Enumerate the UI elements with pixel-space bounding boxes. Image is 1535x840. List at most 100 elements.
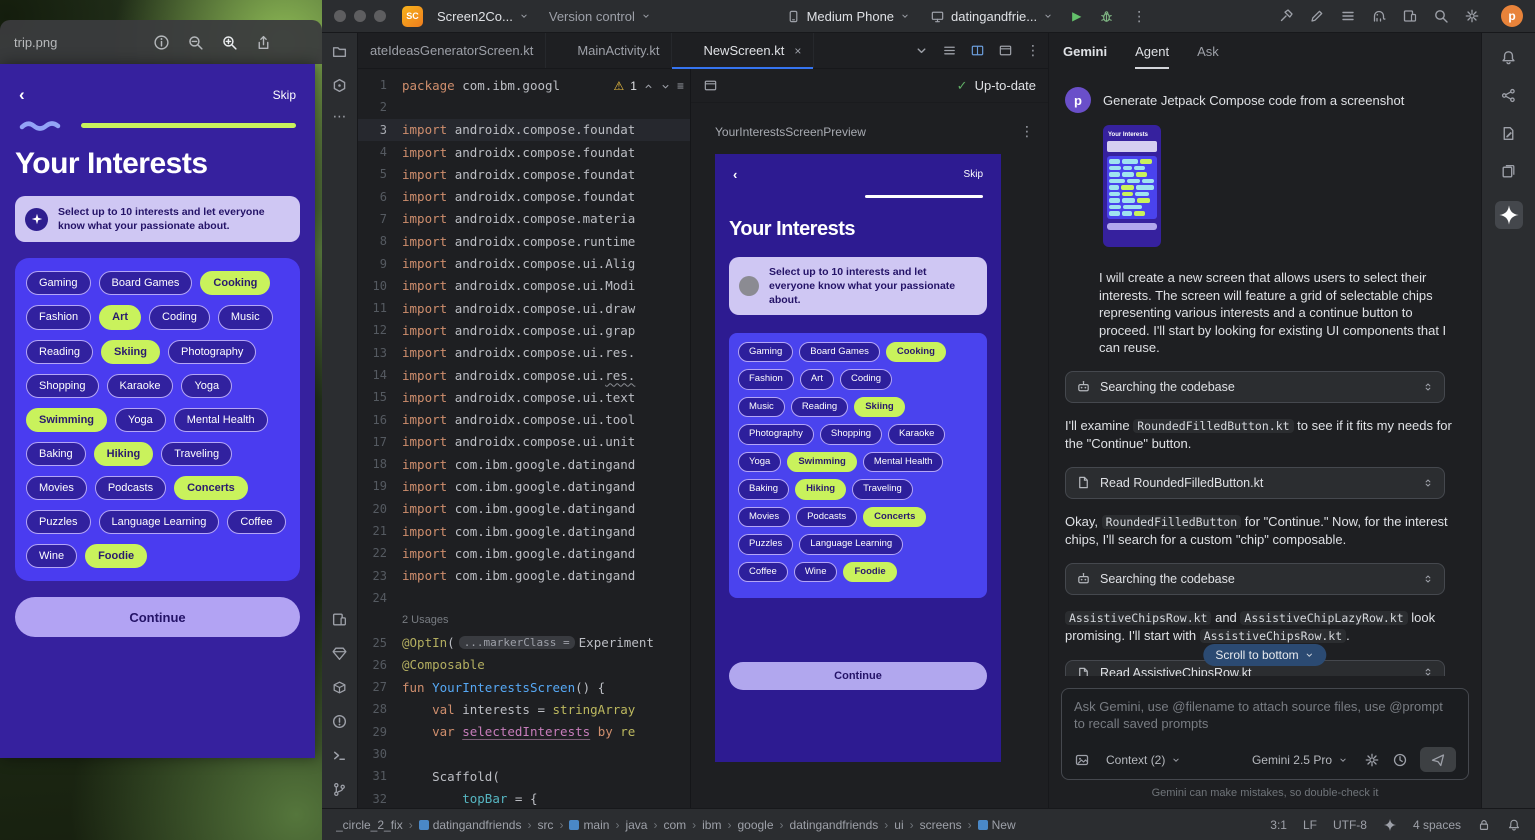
- line-number[interactable]: 22: [358, 546, 402, 560]
- editor-options-icon[interactable]: ⋮: [1026, 42, 1040, 59]
- breadcrumb-item[interactable]: New: [978, 818, 1016, 832]
- window-zoom-button[interactable]: [374, 10, 386, 22]
- dependencies-icon[interactable]: [331, 679, 348, 696]
- version-control-icon[interactable]: [331, 781, 348, 798]
- hidden-tabs-chevron-icon[interactable]: [914, 43, 929, 58]
- window-close-button[interactable]: [334, 10, 346, 22]
- indent-setting[interactable]: 4 spaces: [1413, 818, 1461, 832]
- code-line[interactable]: 19import com.ibm.google.datingand: [358, 475, 690, 497]
- breadcrumb-item[interactable]: google: [737, 818, 773, 832]
- code-line[interactable]: 12import androidx.compose.ui.grap: [358, 319, 690, 341]
- preview-layout-icon[interactable]: [703, 78, 718, 93]
- project-selector[interactable]: Screen2Co...: [431, 5, 535, 28]
- gemini-settings-icon[interactable]: [1364, 752, 1380, 768]
- line-number[interactable]: 12: [358, 323, 402, 337]
- code-line[interactable]: 8import androidx.compose.runtime: [358, 230, 690, 252]
- expand-collapse-icon[interactable]: [1422, 477, 1434, 489]
- info-icon[interactable]: [153, 34, 170, 51]
- tab-agent[interactable]: Agent: [1135, 33, 1169, 69]
- code-line[interactable]: 21import com.ibm.google.datingand: [358, 520, 690, 542]
- line-number[interactable]: 9: [358, 257, 402, 271]
- settings-icon[interactable]: [1464, 8, 1480, 24]
- line-number[interactable]: 14: [358, 368, 402, 382]
- code-line[interactable]: 22import com.ibm.google.datingand: [358, 542, 690, 564]
- code-line[interactable]: 24: [358, 587, 690, 609]
- todo-list-icon[interactable]: [1340, 8, 1356, 24]
- code-line[interactable]: 27fun YourInterestsScreen() {: [358, 676, 690, 698]
- breadcrumb-item[interactable]: ibm: [702, 818, 721, 832]
- breadcrumb-item[interactable]: src: [537, 818, 553, 832]
- breadcrumb-item[interactable]: com: [663, 818, 686, 832]
- breadcrumb-item[interactable]: datingandfriends: [419, 818, 522, 832]
- tab-mainactivity[interactable]: MainActivity.kt: [546, 33, 672, 68]
- expand-collapse-icon[interactable]: [1422, 666, 1434, 676]
- notifications-icon[interactable]: [1500, 49, 1517, 66]
- line-number[interactable]: 10: [358, 279, 402, 293]
- gemini-tool-icon[interactable]: [1495, 201, 1523, 229]
- share-icon[interactable]: [255, 34, 272, 51]
- line-number[interactable]: 8: [358, 234, 402, 248]
- code-line[interactable]: 23import com.ibm.google.datingand: [358, 565, 690, 587]
- line-number[interactable]: 6: [358, 190, 402, 204]
- model-selector[interactable]: Gemini 2.5 Pro: [1248, 751, 1352, 769]
- code-line[interactable]: 20import com.ibm.google.datingand: [358, 498, 690, 520]
- line-number[interactable]: 30: [358, 747, 402, 761]
- line-separator[interactable]: LF: [1303, 818, 1317, 832]
- line-number[interactable]: 31: [358, 769, 402, 783]
- line-number[interactable]: 18: [358, 457, 402, 471]
- context-selector[interactable]: Context (2): [1102, 751, 1185, 769]
- code-line[interactable]: 31 Scaffold(: [358, 765, 690, 787]
- build-status[interactable]: ✓ Up-to-date: [957, 78, 1036, 94]
- tab-dateideasgeneratorscreen[interactable]: ateIdeasGeneratorScreen.kt: [358, 33, 546, 68]
- code-line[interactable]: 26@Composable: [358, 654, 690, 676]
- line-number[interactable]: 20: [358, 502, 402, 516]
- send-button[interactable]: [1420, 747, 1456, 772]
- line-number[interactable]: 21: [358, 524, 402, 538]
- line-number[interactable]: 28: [358, 702, 402, 716]
- code-line[interactable]: 13import androidx.compose.ui.res.: [358, 342, 690, 364]
- more-run-actions-button[interactable]: ⋮: [1127, 5, 1151, 27]
- project-tool-icon[interactable]: [331, 43, 348, 60]
- tool-call-card[interactable]: Searching the codebase: [1065, 371, 1445, 403]
- more-tool-windows-icon[interactable]: ⋯: [333, 111, 347, 121]
- code-line[interactable]: 17import androidx.compose.ui.unit: [358, 431, 690, 453]
- code-line[interactable]: 18import com.ibm.google.datingand: [358, 453, 690, 475]
- design-view-icon[interactable]: [998, 43, 1013, 58]
- line-number[interactable]: 17: [358, 435, 402, 449]
- breadcrumb-item[interactable]: java: [625, 818, 647, 832]
- line-number[interactable]: 26: [358, 658, 402, 672]
- code-line[interactable]: 16import androidx.compose.ui.tool: [358, 408, 690, 430]
- line-number[interactable]: 15: [358, 390, 402, 404]
- code-line[interactable]: 32 topBar = {: [358, 788, 690, 809]
- build-icon[interactable]: [1278, 8, 1294, 24]
- line-number[interactable]: 11: [358, 301, 402, 315]
- tool-call-card[interactable]: Read RoundedFilledButton.kt: [1065, 467, 1445, 499]
- breadcrumb-item[interactable]: datingandfriends: [790, 818, 879, 832]
- commit-tool-icon[interactable]: [331, 77, 348, 94]
- vcs-selector[interactable]: Version control: [543, 5, 657, 28]
- code-editor[interactable]: ⚠ 1 ≡ 1package com.ibm.googl23import and…: [358, 69, 690, 808]
- line-number[interactable]: 29: [358, 725, 402, 739]
- breadcrumb-item[interactable]: ui: [894, 818, 903, 832]
- tool-call-card[interactable]: Searching the codebase: [1065, 563, 1445, 595]
- notifications-status-icon[interactable]: [1507, 818, 1521, 832]
- line-number[interactable]: 2: [358, 100, 402, 114]
- line-number[interactable]: 27: [358, 680, 402, 694]
- line-number[interactable]: 19: [358, 479, 402, 493]
- device-selector[interactable]: Medium Phone: [780, 5, 916, 28]
- line-number[interactable]: 4: [358, 145, 402, 159]
- terminal-icon[interactable]: [331, 747, 348, 764]
- run-configuration-selector[interactable]: datingandfrie...: [924, 5, 1059, 28]
- line-number[interactable]: 5: [358, 167, 402, 181]
- inspections-widget[interactable]: ⚠ 1 ≡: [610, 78, 688, 94]
- code-line[interactable]: 29 var selectedInterests by re: [358, 721, 690, 743]
- gradle-icon[interactable]: [1371, 8, 1387, 24]
- zoom-in-icon[interactable]: [221, 34, 238, 51]
- profile-avatar[interactable]: p: [1501, 5, 1523, 27]
- build-variants-icon[interactable]: [1500, 125, 1517, 142]
- breadcrumb-item[interactable]: main: [569, 818, 609, 832]
- structure-view-icon[interactable]: [942, 43, 957, 58]
- breadcrumb-item[interactable]: screens: [920, 818, 962, 832]
- code-line[interactable]: 2: [358, 96, 690, 118]
- run-button[interactable]: ▶: [1067, 6, 1086, 26]
